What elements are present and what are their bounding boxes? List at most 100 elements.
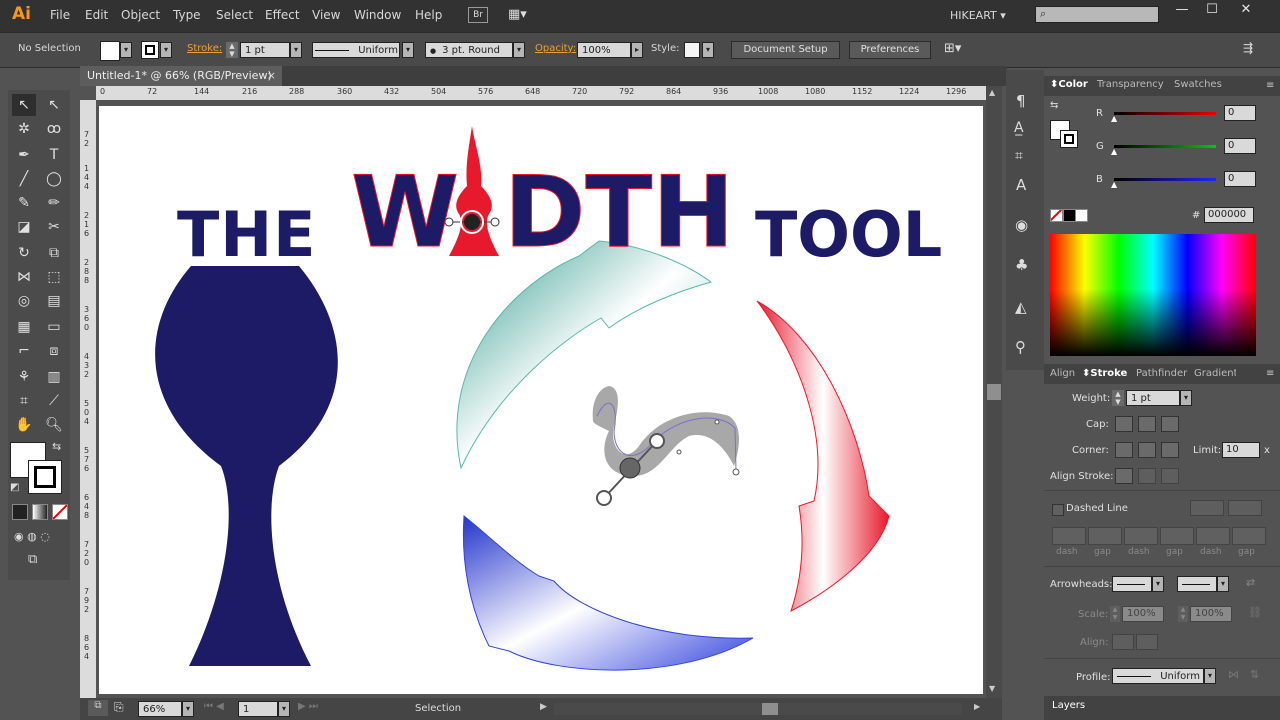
menu-type[interactable]: Type xyxy=(173,8,201,22)
gradient-tool-icon[interactable]: ▭ xyxy=(42,316,66,338)
opacity-field[interactable]: 100% xyxy=(577,42,631,58)
channel-r-thumb[interactable]: ▲ xyxy=(1111,114,1117,123)
close-window-button[interactable]: ✕ xyxy=(1232,0,1260,22)
scroll-thumb[interactable] xyxy=(987,384,1001,400)
first-artboard-icon[interactable]: ⏮ ◀ xyxy=(204,701,224,712)
align-center-button[interactable] xyxy=(1115,468,1133,484)
document-setup-button[interactable]: Document Setup xyxy=(731,41,840,59)
end-arrowhead-dropdown[interactable]: ▾ xyxy=(1217,576,1229,592)
scale-end-stepper[interactable]: ▲ ▼ xyxy=(1178,606,1188,622)
flip-across-icon[interactable]: ⇅ xyxy=(1250,668,1259,681)
dashed-line-checkbox[interactable] xyxy=(1052,504,1064,516)
layers-tab[interactable]: Layers xyxy=(1052,700,1085,711)
artboard-nav-icon[interactable]: ⧉ xyxy=(88,700,108,716)
width-tool-icon[interactable]: ⋈ xyxy=(12,266,36,288)
swap-arrowheads-icon[interactable]: ⇄ xyxy=(1246,576,1255,589)
horizontal-ruler[interactable]: 0 72 144 216 288 360 432 504 576 648 720… xyxy=(96,86,986,100)
gap-field-1[interactable] xyxy=(1088,527,1122,545)
draw-mode-icon[interactable]: ◉ ◍ ◌ xyxy=(14,530,50,543)
ellipse-tool-icon[interactable]: ◯ xyxy=(42,168,66,190)
column-graph-tool-icon[interactable]: ▥ xyxy=(42,366,66,388)
weight-stepper[interactable]: ▲ ▼ xyxy=(1112,390,1124,406)
brushes-panel-icon[interactable]: ⚲ xyxy=(1015,338,1026,356)
menu-help[interactable]: Help xyxy=(415,8,442,22)
gradient-panel-icon[interactable]: ◭ xyxy=(1015,298,1027,316)
gap-field-2[interactable] xyxy=(1160,527,1194,545)
profile-dropdown[interactable]: ▾ xyxy=(1204,668,1216,684)
weight-dropdown[interactable]: ▾ xyxy=(1180,390,1192,406)
variable-width-profile[interactable]: Uniform xyxy=(312,42,400,58)
bridge-button[interactable]: Br xyxy=(468,7,488,23)
scroll-right-icon[interactable]: ▶ xyxy=(974,702,980,711)
artboard-number-field[interactable]: 1 xyxy=(238,701,278,717)
last-artboard-icon[interactable]: ▶ ⏭ xyxy=(298,701,318,712)
stroke-weight-field[interactable]: 1 pt xyxy=(240,42,290,58)
h-scroll-thumb[interactable] xyxy=(762,703,778,715)
mesh-tool-icon[interactable]: ▦ xyxy=(12,316,36,338)
scale-tool-icon[interactable]: ⧉ xyxy=(42,242,66,264)
menu-file[interactable]: File xyxy=(50,8,70,22)
tab-gradient[interactable]: Gradient xyxy=(1194,365,1236,383)
symbol-sprayer-tool-icon[interactable]: ⚘ xyxy=(12,366,36,388)
eyedropper-tool-icon[interactable]: ⌐ xyxy=(12,340,36,362)
end-arrowhead-select[interactable] xyxy=(1177,576,1217,592)
rotate-tool-icon[interactable]: ↻ xyxy=(12,242,36,264)
style-dropdown[interactable]: ▾ xyxy=(702,42,714,58)
default-fill-stroke-icon[interactable]: ◩ xyxy=(10,482,19,493)
shape-builder-tool-icon[interactable]: ◎ xyxy=(12,290,36,312)
blob-brush-tool-icon[interactable]: ◪ xyxy=(12,216,36,238)
channel-b-field[interactable]: 0 xyxy=(1224,171,1256,187)
slice-tool-icon[interactable]: ⟋ xyxy=(42,390,66,412)
opacity-arrow[interactable]: ▸ xyxy=(631,42,643,58)
graphic-style-swatch[interactable] xyxy=(684,42,700,58)
minimize-button[interactable]: — xyxy=(1168,0,1196,22)
none-mode-icon[interactable] xyxy=(52,504,68,520)
artboard-dropdown[interactable]: ▾ xyxy=(278,701,290,717)
scroll-up-icon[interactable]: ▲ xyxy=(989,88,995,97)
flip-along-icon[interactable]: ⋈ xyxy=(1228,668,1239,681)
artboard-tool-icon[interactable]: ⌗ xyxy=(12,390,36,412)
brush-definition[interactable]: ● 3 pt. Round xyxy=(425,42,513,58)
type-tool-icon[interactable]: T xyxy=(42,144,66,166)
screen-mode-icon[interactable]: ⧉ xyxy=(28,552,37,567)
dash-field-2[interactable] xyxy=(1124,527,1158,545)
tab-transparency[interactable]: Transparency xyxy=(1097,76,1164,94)
hand-tool-icon[interactable]: ✋ xyxy=(12,414,36,436)
search-input[interactable]: ⌕ xyxy=(1035,6,1159,23)
stroke-label[interactable]: Stroke: xyxy=(187,43,222,54)
stroke-weight-stepper[interactable]: ▲ ▼ xyxy=(226,42,238,58)
round-cap-button[interactable] xyxy=(1138,416,1156,432)
gap-field-3[interactable] xyxy=(1232,527,1266,545)
dash-align-button[interactable] xyxy=(1228,500,1262,516)
fill-swatch[interactable] xyxy=(100,41,120,61)
menu-select[interactable]: Select xyxy=(216,8,253,22)
tab-color[interactable]: ⬍Color xyxy=(1050,76,1088,94)
butt-cap-button[interactable] xyxy=(1115,416,1133,432)
arrow-extend-button[interactable] xyxy=(1112,634,1134,650)
document-tab[interactable]: Untitled-1* @ 66% (RGB/Preview) × xyxy=(80,66,282,86)
character-styles-icon[interactable]: A̲ xyxy=(1014,120,1024,136)
stroke-weight-dropdown[interactable]: ▾ xyxy=(290,42,302,58)
fill-dropdown[interactable]: ▾ xyxy=(120,42,132,58)
channel-b-thumb[interactable]: ▲ xyxy=(1111,180,1117,189)
line-tool-icon[interactable]: ╱ xyxy=(12,168,36,190)
weight-field[interactable]: 1 pt xyxy=(1126,390,1180,406)
channel-b-slider[interactable] xyxy=(1114,178,1216,181)
character-panel-icon[interactable]: A xyxy=(1016,176,1026,194)
transform-panel-icon[interactable]: ⌗ xyxy=(1015,148,1023,164)
channel-g-field[interactable]: 0 xyxy=(1224,138,1256,154)
maximize-button[interactable]: ☐ xyxy=(1198,0,1226,22)
control-panel-menu-icon[interactable]: ⇶ xyxy=(1243,41,1253,55)
appearance-panel-icon[interactable]: ◉ xyxy=(1015,216,1028,234)
scroll-down-icon[interactable]: ▼ xyxy=(989,684,995,693)
magic-wand-tool-icon[interactable]: ✲ xyxy=(12,118,36,140)
channel-g-thumb[interactable]: ▲ xyxy=(1111,147,1117,156)
arrange-icon[interactable]: ⊞▾ xyxy=(944,41,961,56)
lasso-tool-icon[interactable]: ꝏ xyxy=(42,118,66,140)
menu-object[interactable]: Object xyxy=(121,8,160,22)
vertical-ruler[interactable]: 7 2 1 4 4 2 1 6 2 8 8 3 6 0 4 3 2 5 0 4 … xyxy=(80,100,96,698)
zoom-tool-icon[interactable]: 🔍︎ xyxy=(42,414,66,436)
vertical-scrollbar[interactable]: ▲ ▼ xyxy=(986,86,1002,698)
link-scale-icon[interactable]: ⛓ xyxy=(1248,606,1262,619)
projecting-cap-button[interactable] xyxy=(1161,416,1179,432)
